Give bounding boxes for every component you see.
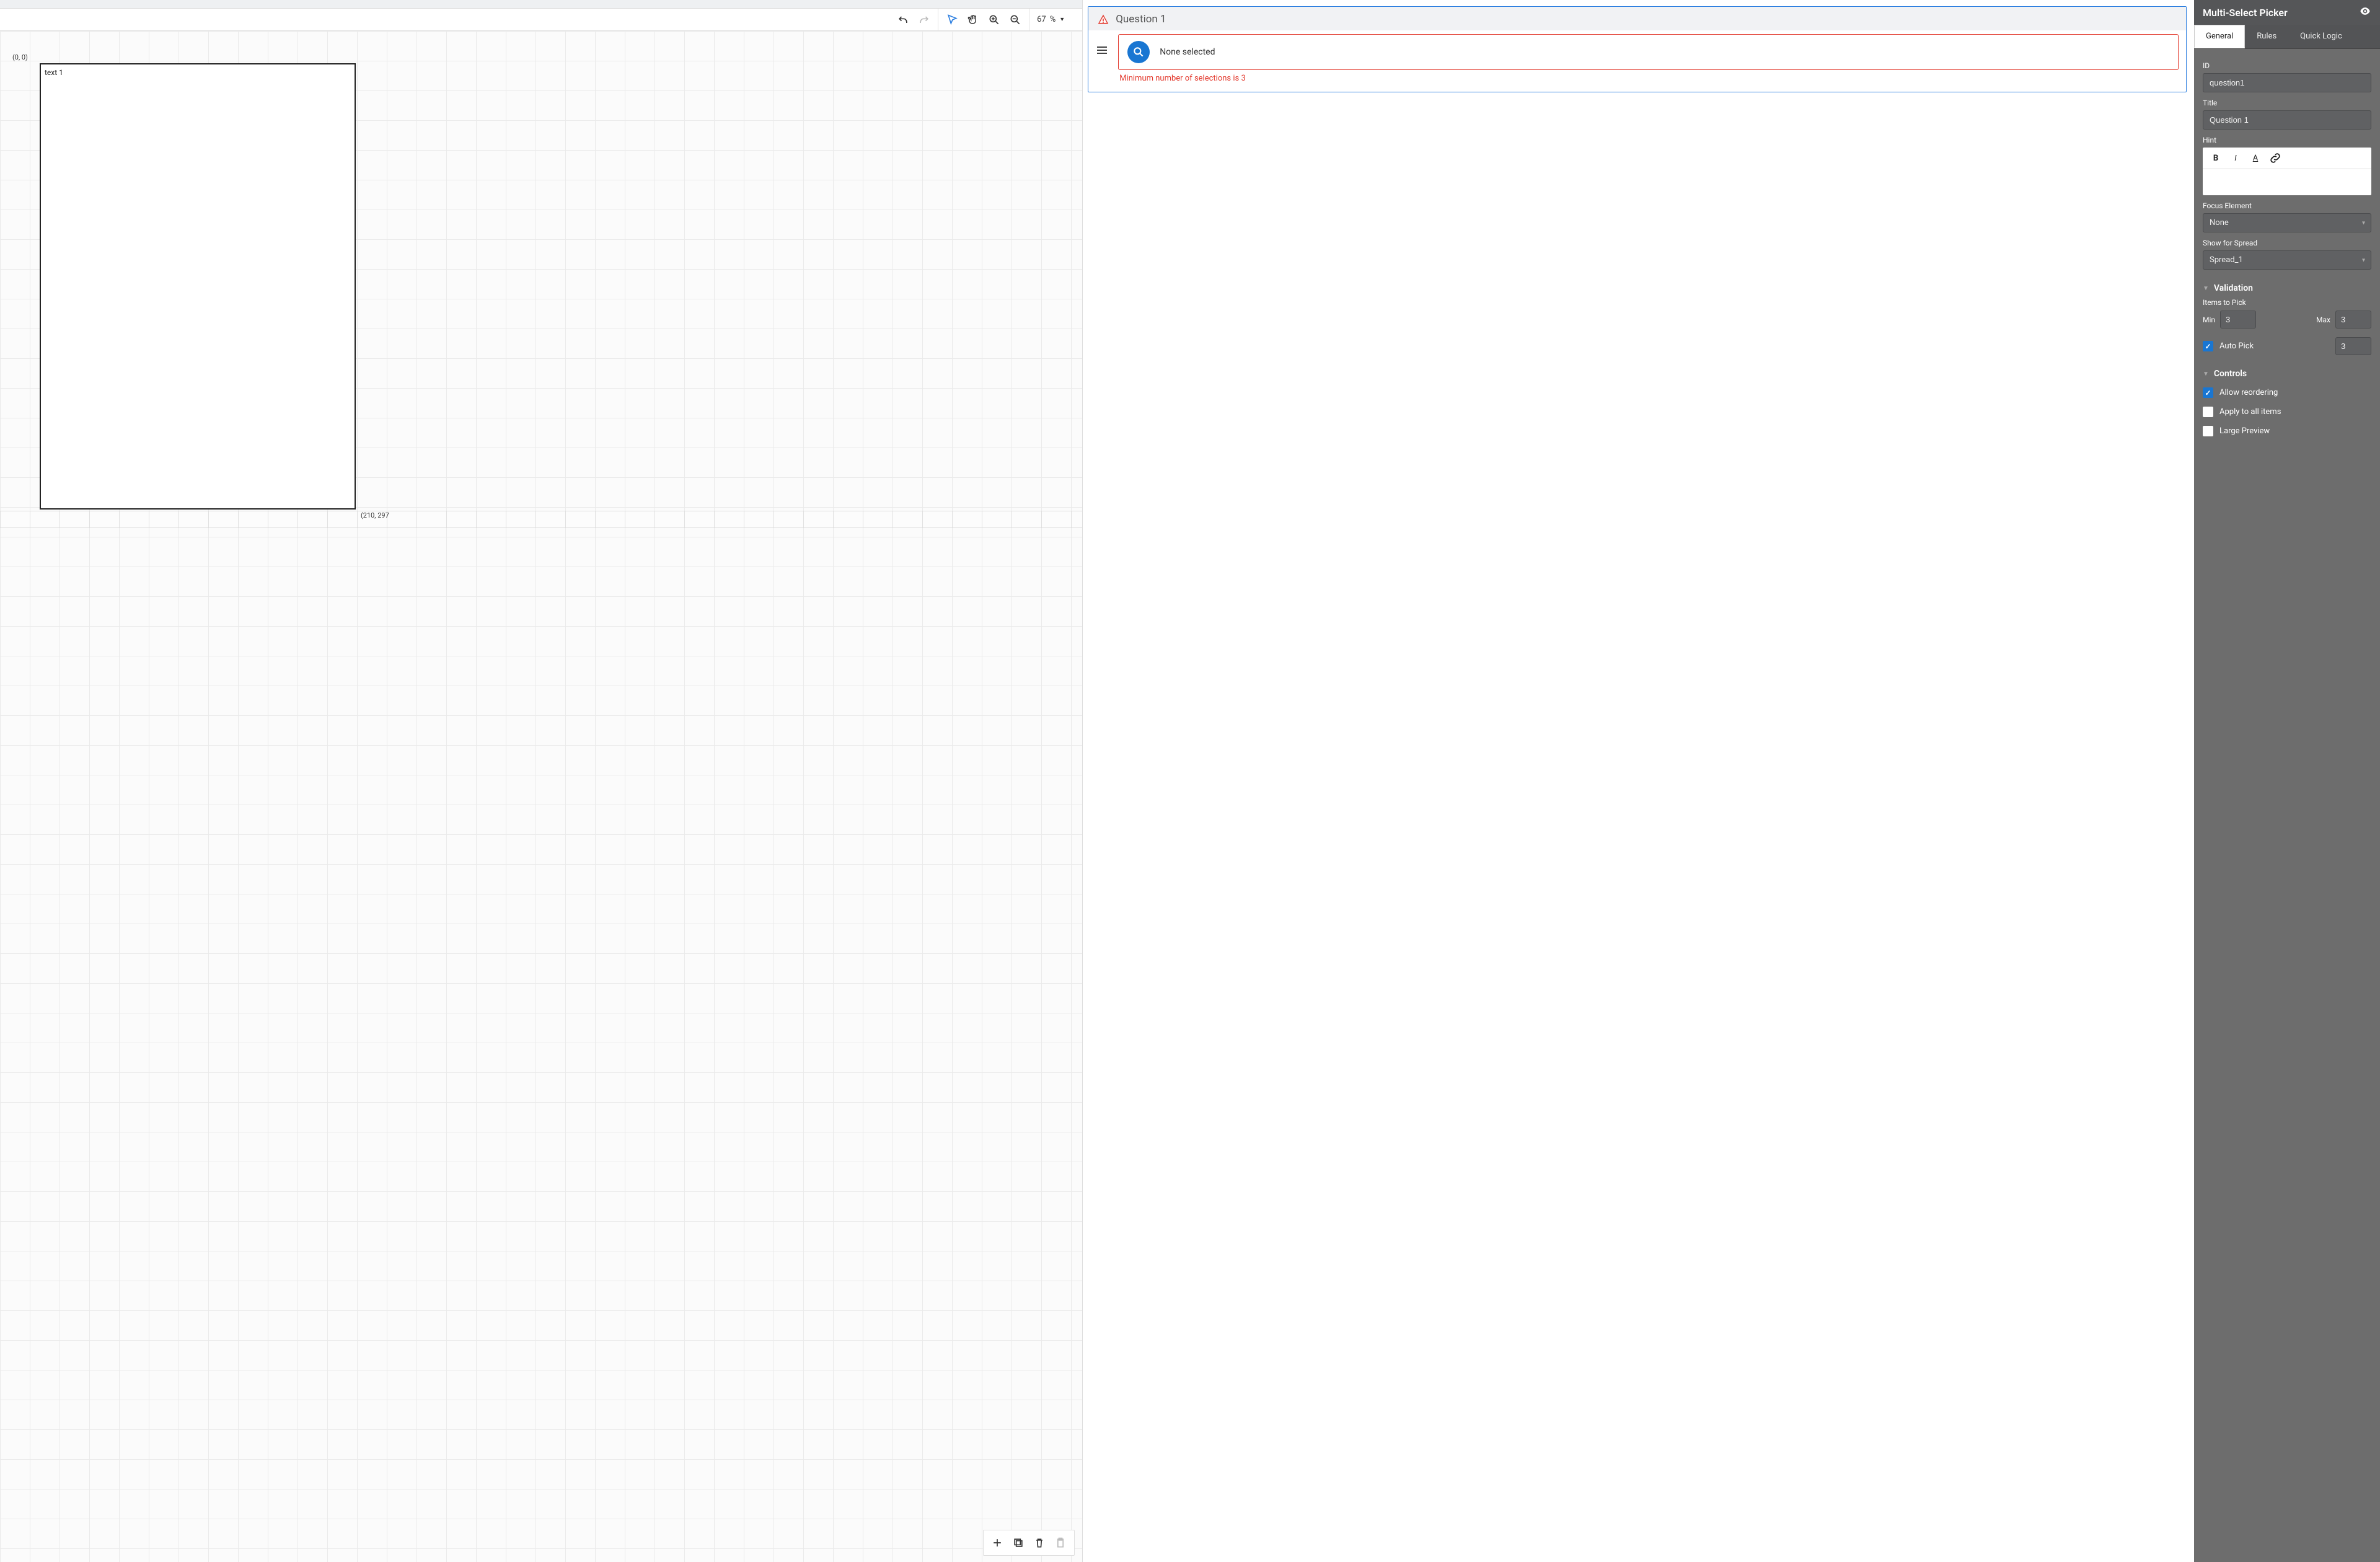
top-gap xyxy=(0,0,1082,9)
delete-page-button[interactable] xyxy=(1031,1534,1048,1551)
zoom-unit: % xyxy=(1050,15,1056,24)
plus-icon xyxy=(991,1537,1003,1549)
allow-reordering-label: Allow reordering xyxy=(2219,388,2278,397)
show-for-spread-label: Show for Spread xyxy=(2203,239,2371,247)
underline-button[interactable]: A xyxy=(2249,151,2262,165)
hand-icon xyxy=(967,14,979,26)
selector-box[interactable]: None selected xyxy=(1118,34,2179,70)
eye-icon xyxy=(2359,5,2371,17)
controls-label: Controls xyxy=(2214,369,2247,379)
zoom-in-icon xyxy=(988,14,1000,26)
trash-icon xyxy=(1033,1537,1046,1549)
undo-button[interactable] xyxy=(894,11,912,29)
focus-element-select[interactable]: None xyxy=(2203,213,2371,232)
questions-panel: Question 1 None selected Minimum number … xyxy=(1083,0,2194,1562)
canvas-area[interactable]: (0, 0) text 1 (210, 297 xyxy=(0,31,1082,1562)
chevron-down-icon: ▼ xyxy=(1059,16,1065,23)
show-for-spread-select[interactable]: Spread_1 xyxy=(2203,250,2371,270)
bold-button[interactable]: B xyxy=(2209,151,2223,165)
tab-rules[interactable]: Rules xyxy=(2245,25,2288,48)
duplicate-page-button[interactable] xyxy=(1010,1534,1027,1551)
selection-text: None selected xyxy=(1160,47,1215,57)
validation-section-header[interactable]: ▼ Validation xyxy=(2203,283,2371,293)
zoom-value: 67 xyxy=(1037,15,1046,24)
items-to-pick-label: Items to Pick xyxy=(2203,298,2371,307)
page-rect[interactable] xyxy=(40,63,356,510)
search-picker-button[interactable] xyxy=(1127,41,1150,63)
max-label: Max xyxy=(2316,315,2330,324)
canvas-toolbar: 67 % ▼ xyxy=(0,9,1082,31)
validation-error-text: Minimum number of selections is 3 xyxy=(1118,70,2179,88)
copy-icon xyxy=(1012,1537,1025,1549)
min-field[interactable] xyxy=(2220,311,2256,329)
warning-icon xyxy=(1097,13,1109,25)
apply-all-label: Apply to all items xyxy=(2219,407,2281,417)
zoom-out-icon xyxy=(1009,14,1021,26)
redo-icon xyxy=(918,14,930,26)
chevron-down-icon: ▼ xyxy=(2203,285,2209,292)
tab-quick-logic[interactable]: Quick Logic xyxy=(2288,25,2354,48)
drag-handle[interactable] xyxy=(1093,34,1111,58)
clipboard-icon xyxy=(1054,1537,1067,1549)
max-field[interactable] xyxy=(2335,311,2371,329)
properties-panel: Multi-Select Picker General Rules Quick … xyxy=(2194,0,2380,1562)
title-field[interactable] xyxy=(2203,110,2371,130)
drag-icon xyxy=(1095,43,1109,58)
id-label: ID xyxy=(2203,61,2371,70)
pointer-icon xyxy=(946,14,958,26)
min-label: Min xyxy=(2203,315,2215,324)
auto-pick-checkbox[interactable] xyxy=(2203,341,2213,351)
hint-label: Hint xyxy=(2203,136,2371,144)
auto-pick-value-field[interactable] xyxy=(2335,337,2371,355)
canvas-panel: 67 % ▼ (0, 0) text 1 (210, 297 xyxy=(0,0,1083,1562)
auto-pick-label: Auto Pick xyxy=(2219,342,2254,351)
link-icon xyxy=(2268,151,2282,165)
zoom-out-button[interactable] xyxy=(1007,11,1024,29)
chevron-down-icon: ▼ xyxy=(2203,371,2209,377)
tab-general[interactable]: General xyxy=(2194,25,2245,48)
visibility-toggle[interactable] xyxy=(2359,5,2371,20)
focus-element-label: Focus Element xyxy=(2203,201,2371,210)
allow-reordering-checkbox[interactable] xyxy=(2203,387,2213,398)
apply-all-checkbox[interactable] xyxy=(2203,407,2213,417)
undo-icon xyxy=(897,14,909,26)
link-button[interactable] xyxy=(2268,151,2282,165)
search-icon xyxy=(1132,46,1145,58)
zoom-level-dropdown[interactable]: 67 % ▼ xyxy=(1034,15,1067,24)
hint-editor: B I A xyxy=(2203,148,2371,195)
hint-textarea[interactable] xyxy=(2203,169,2371,195)
zoom-in-button[interactable] xyxy=(985,11,1003,29)
bold-icon: B xyxy=(2213,154,2218,163)
properties-title-bar: Multi-Select Picker xyxy=(2194,0,2380,25)
ruler-bottom xyxy=(0,511,1082,528)
add-page-button[interactable] xyxy=(989,1534,1006,1551)
validation-label: Validation xyxy=(2214,283,2253,293)
question-title: Question 1 xyxy=(1116,13,1166,25)
question-header: Question 1 xyxy=(1088,7,2186,30)
paste-page-button[interactable] xyxy=(1052,1534,1069,1551)
page-text-element[interactable]: text 1 xyxy=(45,68,63,77)
coord-bottom-right: (210, 297 xyxy=(361,511,389,519)
italic-icon: I xyxy=(2234,154,2236,163)
id-field[interactable] xyxy=(2203,73,2371,92)
controls-section-header[interactable]: ▼ Controls xyxy=(2203,369,2371,379)
redo-button[interactable] xyxy=(915,11,933,29)
question-card[interactable]: Question 1 None selected Minimum number … xyxy=(1088,6,2187,92)
pan-tool[interactable] xyxy=(964,11,982,29)
hint-toolbar: B I A xyxy=(2203,148,2371,169)
large-preview-label: Large Preview xyxy=(2219,426,2270,436)
title-label: Title xyxy=(2203,99,2371,107)
underline-icon: A xyxy=(2253,154,2258,163)
coord-top-left: (0, 0) xyxy=(12,53,28,61)
properties-tabs: General Rules Quick Logic xyxy=(2194,25,2380,49)
properties-title: Multi-Select Picker xyxy=(2203,7,2288,19)
large-preview-checkbox[interactable] xyxy=(2203,426,2213,436)
page-actions-toolbar xyxy=(983,1530,1075,1556)
pointer-tool[interactable] xyxy=(943,11,961,29)
italic-button[interactable]: I xyxy=(2229,151,2242,165)
